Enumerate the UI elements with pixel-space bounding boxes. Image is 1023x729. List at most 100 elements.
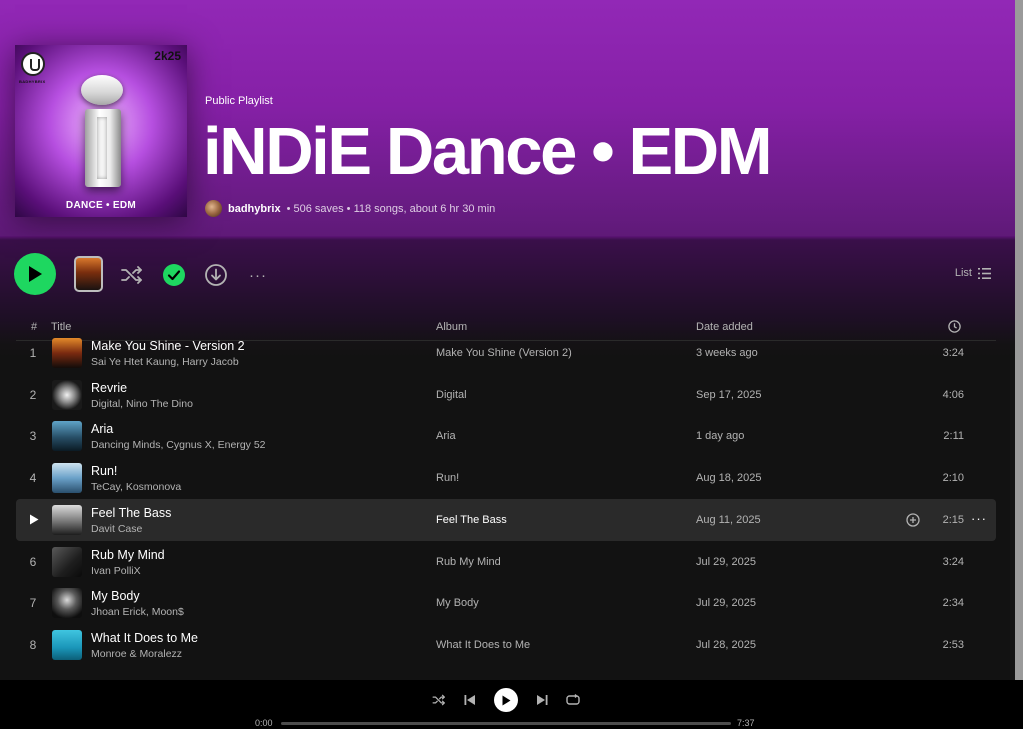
track-album[interactable]: My Body xyxy=(436,597,479,609)
track-number: 1 xyxy=(29,346,37,360)
track-artists[interactable]: Dancing Minds, Cygnus X, Energy 52 xyxy=(91,439,266,451)
track-artists[interactable]: Jhoan Erick, Moon$ xyxy=(91,606,184,618)
track-album[interactable]: Run! xyxy=(436,472,459,484)
cover-letter-stem xyxy=(85,109,121,187)
track-artists[interactable]: Ivan PolliX xyxy=(91,565,141,577)
track-row[interactable]: 2 Revrie Digital, Nino The Dino Digital Sep … xyxy=(16,374,996,416)
total-time: 7:37 xyxy=(737,718,755,728)
track-date-added: Aug 18, 2025 xyxy=(696,472,762,485)
owner-link[interactable]: badhybrix xyxy=(228,203,281,215)
playlist-stats: • 506 saves • 118 songs, about 6 hr 30 m… xyxy=(286,202,496,215)
add-to-playlist-icon[interactable] xyxy=(906,513,920,527)
track-duration: 2:10 xyxy=(942,472,964,485)
track-artists[interactable]: Sai Ye Htet Kaung, Harry Jacob xyxy=(91,356,239,368)
track-album[interactable]: Make You Shine (Version 2) xyxy=(436,347,572,359)
track-duration: 2:15 xyxy=(942,513,964,526)
shuffle-icon[interactable] xyxy=(432,694,446,706)
playlist-type-label: Public Playlist xyxy=(205,95,273,107)
check-circle-icon xyxy=(163,264,185,286)
progress-bar[interactable] xyxy=(281,722,731,725)
track-title[interactable]: What It Does to Me xyxy=(91,631,198,645)
track-album[interactable]: Rub My Mind xyxy=(436,556,501,568)
track-row[interactable]: 3 Aria Dancing Minds, Cygnus X, Energy 52 A… xyxy=(16,415,996,457)
track-title[interactable]: Aria xyxy=(91,422,113,436)
playlist-header: BADHYBRIX 2k25 DANCE • EDM Public Playli… xyxy=(0,0,1015,236)
repeat-icon[interactable] xyxy=(566,694,580,706)
track-row[interactable]: 4 Run! TeCay, Kosmonova Run! Aug 18, 2025 2:1… xyxy=(16,457,996,499)
track-row[interactable]: 7 My Body Jhoan Erick, Moon$ My Body Jul 29,… xyxy=(16,582,996,624)
track-date-added: Jul 28, 2025 xyxy=(696,638,756,651)
track-duration: 3:24 xyxy=(942,555,964,568)
elapsed-time: 0:00 xyxy=(255,718,273,728)
saved-button[interactable] xyxy=(161,262,187,288)
track-number: 3 xyxy=(29,429,37,444)
previous-icon[interactable] xyxy=(464,694,476,706)
track-artwork xyxy=(52,629,82,660)
row-play-icon[interactable] xyxy=(29,514,39,525)
track-duration: 2:11 xyxy=(943,430,964,443)
cover-logo-text: BADHYBRIX xyxy=(19,79,46,84)
track-title[interactable]: My Body xyxy=(91,589,140,603)
page-title[interactable]: iNDiE Dance • EDM xyxy=(203,108,773,196)
track-row[interactable]: Feel The Bass Davit Case Feel The Bass Aug … xyxy=(16,498,996,541)
track-row[interactable]: 6 Rub My Mind Ivan PolliX Rub My Mind Jul 29… xyxy=(16,541,996,583)
track-album[interactable]: What It Does to Me xyxy=(436,639,530,651)
cover-letter-dot xyxy=(81,75,123,105)
playback-bar: 0:00 7:37 xyxy=(0,680,1023,729)
track-artists[interactable]: Monroe & Moralezz xyxy=(91,648,182,660)
track-artwork xyxy=(52,421,82,452)
preview-thumbnail-button[interactable] xyxy=(74,256,103,292)
playback-controls xyxy=(432,688,580,712)
download-icon xyxy=(205,264,227,286)
playlist-view: BADHYBRIX 2k25 DANCE • EDM Public Playli… xyxy=(0,0,1023,680)
play-icon xyxy=(29,266,42,282)
shuffle-button[interactable] xyxy=(119,262,145,288)
track-artists[interactable]: Digital, Nino The Dino xyxy=(91,398,193,410)
download-button[interactable] xyxy=(203,262,229,288)
track-more-options[interactable]: ··· xyxy=(971,511,987,526)
track-duration: 4:06 xyxy=(942,388,964,401)
track-row[interactable]: 1 Make You Shine - Version 2 Sai Ye Htet K… xyxy=(16,332,996,374)
view-mode-toggle[interactable]: List xyxy=(955,267,991,279)
track-date-added: Sep 17, 2025 xyxy=(696,388,762,401)
cover-badge: 2k25 xyxy=(154,49,181,63)
track-date-added: Jul 29, 2025 xyxy=(696,555,756,568)
track-date-added: Aug 11, 2025 xyxy=(696,513,761,526)
track-artists[interactable]: TeCay, Kosmonova xyxy=(91,481,181,493)
track-duration: 3:24 xyxy=(942,347,964,359)
track-number: 7 xyxy=(29,596,37,611)
track-title[interactable]: Run! xyxy=(91,464,117,478)
track-artists[interactable]: Davit Case xyxy=(91,523,142,535)
play-button[interactable] xyxy=(14,253,56,295)
track-title[interactable]: Rub My Mind xyxy=(91,548,165,562)
track-title[interactable]: Make You Shine - Version 2 xyxy=(91,339,245,353)
track-row[interactable]: 8 What It Does to Me Monroe & Moralezz What… xyxy=(16,624,996,666)
play-icon xyxy=(502,695,511,705)
window-edge xyxy=(1015,0,1023,680)
track-artwork xyxy=(52,546,82,577)
cover-label: DANCE • EDM xyxy=(65,200,137,211)
view-mode-label: List xyxy=(954,267,972,279)
playlist-meta: badhybrix • 506 saves • 118 songs, about… xyxy=(205,200,495,217)
track-number: 6 xyxy=(29,554,37,569)
track-title[interactable]: Revrie xyxy=(91,381,127,395)
owner-avatar[interactable] xyxy=(205,200,222,217)
more-options-button[interactable]: ··· xyxy=(245,262,271,288)
track-album[interactable]: Feel The Bass xyxy=(436,514,507,526)
next-icon[interactable] xyxy=(536,694,548,706)
list-icon xyxy=(978,267,991,279)
playlist-cover-art[interactable]: BADHYBRIX 2k25 DANCE • EDM xyxy=(15,45,187,217)
track-date-added: Jul 29, 2025 xyxy=(696,597,756,610)
action-bar: ··· List xyxy=(0,250,1015,300)
track-album[interactable]: Digital xyxy=(436,389,467,401)
track-album[interactable]: Aria xyxy=(436,430,456,442)
track-title[interactable]: Feel The Bass xyxy=(91,506,171,520)
play-pause-button[interactable] xyxy=(494,688,518,712)
track-number: 2 xyxy=(29,387,37,402)
track-artwork xyxy=(52,379,82,410)
track-number: 8 xyxy=(29,637,37,652)
track-date-added: 1 day ago xyxy=(696,430,745,443)
cover-logo xyxy=(21,52,45,76)
track-duration: 2:34 xyxy=(942,597,964,610)
shuffle-icon xyxy=(121,266,142,284)
